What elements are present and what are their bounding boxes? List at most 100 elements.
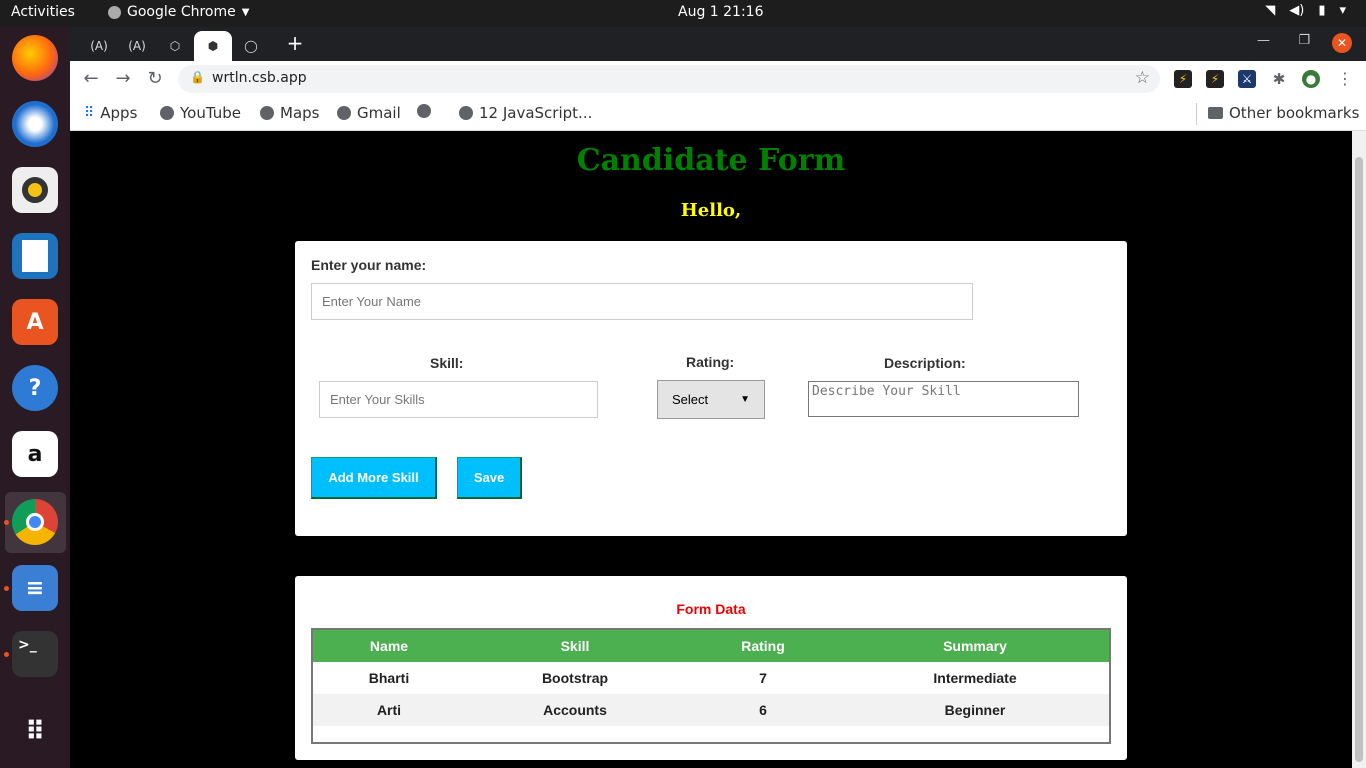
table-cell: 7: [759, 670, 767, 686]
bookmark-javascript[interactable]: 12 JavaScript...: [459, 104, 592, 122]
wifi-icon: ◥: [1265, 3, 1276, 18]
chevron-down-icon: ▾: [1339, 3, 1346, 18]
bookmark-apps[interactable]: ⠿ Apps: [84, 104, 137, 122]
skill-label: Skill:: [430, 355, 464, 371]
software-center-icon[interactable]: A: [12, 299, 58, 345]
bookmark-label: Apps: [100, 104, 138, 122]
form-data-title: Form Data: [676, 601, 746, 617]
table-cell: Bharti: [368, 670, 410, 686]
bookmark-label: YouTube: [180, 104, 241, 122]
bookmark-label: Other bookmarks: [1229, 104, 1360, 122]
divider: [1196, 103, 1197, 125]
table-cell: Arti: [376, 702, 402, 718]
table-cell: Beginner: [944, 702, 1006, 718]
reload-icon[interactable]: ↻: [144, 68, 166, 90]
greeting: Hello,: [680, 200, 742, 221]
bookmark-youtube[interactable]: YouTube: [160, 104, 241, 122]
puzzle-icon[interactable]: ✱: [1270, 70, 1288, 88]
tab-1[interactable]: (A): [80, 31, 118, 61]
table-cell: Bootstrap: [541, 670, 609, 686]
table-cell: 6: [759, 702, 767, 718]
files-icon[interactable]: ≡: [12, 565, 58, 611]
chrome-dock-icon[interactable]: [12, 499, 58, 545]
new-tab-button[interactable]: +: [280, 31, 310, 57]
codesandbox-icon: (A): [128, 39, 146, 53]
firefox-icon[interactable]: [12, 35, 58, 81]
bookmarks-bar: ⠿ Apps YouTube Maps Gmail 12 JavaScript.…: [70, 97, 1366, 131]
page-scrollbar[interactable]: [1352, 131, 1366, 768]
save-button[interactable]: Save: [457, 457, 522, 499]
back-icon[interactable]: ←: [80, 68, 102, 90]
rating-select-value: Select: [672, 392, 709, 407]
scrollbar-thumb[interactable]: [1355, 157, 1363, 762]
show-apps-icon[interactable]: ⠿: [12, 709, 58, 755]
bookmark-gmail[interactable]: Gmail: [337, 104, 401, 122]
column-header: Summary: [943, 638, 1007, 654]
browser-toolbar: ← → ↻ 🔒 wrtln.csb.app ☆ ⚡ ⚡ ⚔ ✱ ● ⋮: [70, 61, 1366, 97]
app-menu[interactable]: Google Chrome ▼: [108, 4, 249, 20]
form-data-table: Name Skill Rating Summary Bharti Bootstr…: [311, 628, 1111, 744]
rating-select[interactable]: Select ▼: [657, 380, 765, 419]
page-content: Candidate Form Hello, Enter your name: E…: [70, 131, 1352, 768]
chevron-down-icon: ▼: [740, 394, 750, 405]
activities-button[interactable]: Activities: [11, 4, 75, 20]
loading-icon: ◯: [244, 39, 258, 53]
clock[interactable]: Aug 1 21:16: [678, 4, 764, 20]
extension-bolt-icon[interactable]: ⚡: [1206, 70, 1224, 88]
tab-active[interactable]: ⬢: [194, 31, 232, 61]
table-cell: Intermediate: [933, 670, 1017, 686]
battery-icon: ▮: [1318, 3, 1326, 18]
minimize-button[interactable]: —: [1257, 33, 1270, 48]
lock-icon: 🔒: [190, 70, 205, 84]
amazon-icon[interactable]: a: [12, 431, 58, 477]
table-header-row: Name Skill Rating Summary: [313, 630, 1109, 662]
thunderbird-icon[interactable]: [12, 101, 58, 147]
tab-3[interactable]: ⬡: [156, 31, 194, 61]
name-input[interactable]: Enter Your Name: [311, 283, 973, 320]
bookmark-label: Gmail: [357, 104, 401, 122]
globe-icon: [260, 106, 274, 120]
rhythmbox-icon[interactable]: [12, 167, 58, 213]
description-textarea[interactable]: Describe Your Skill: [808, 381, 1079, 417]
maximize-button[interactable]: ❐: [1298, 33, 1310, 48]
volume-icon: ◀): [1289, 3, 1305, 18]
system-top-bar: Activities Google Chrome ▼ Aug 1 21:16 ◥…: [0, 0, 1366, 27]
table-cell: Accounts: [543, 702, 607, 718]
address-bar[interactable]: 🔒 wrtln.csb.app ☆: [178, 65, 1160, 93]
description-label: Description:: [884, 355, 966, 371]
cube-icon: ⬢: [207, 39, 219, 53]
terminal-icon[interactable]: >_: [12, 631, 58, 677]
bookmark-other[interactable]: Other bookmarks: [1208, 104, 1359, 122]
form-data-card: Form Data Name Skill Rating Summary Bhar…: [295, 576, 1127, 760]
codesandbox-icon: (A): [90, 39, 108, 53]
running-indicator: [4, 586, 9, 591]
extension-bolt-icon[interactable]: ⚡: [1174, 70, 1192, 88]
help-icon[interactable]: ?: [12, 365, 58, 411]
bookmark-label: Maps: [280, 104, 320, 122]
page-title: Candidate Form: [576, 143, 846, 178]
bookmark-label: 12 JavaScript...: [479, 104, 593, 122]
globe-icon: [417, 104, 431, 118]
menu-icon[interactable]: ⋮: [1336, 70, 1354, 88]
bookmark-unnamed[interactable]: [417, 104, 437, 118]
system-tray[interactable]: ◥ ◀) ▮ ▾: [1265, 3, 1346, 18]
dock: A ? a ≡ >_ ⠿: [0, 27, 70, 768]
skill-input[interactable]: Enter Your Skills: [319, 381, 598, 418]
add-more-skill-button[interactable]: Add More Skill: [311, 457, 437, 499]
chevron-down-icon: ▼: [241, 6, 250, 18]
bookmark-maps[interactable]: Maps: [260, 104, 319, 122]
close-button[interactable]: ✕: [1332, 33, 1352, 53]
tab-2[interactable]: (A): [118, 31, 156, 61]
tab-strip: (A) (A) ⬡ ⬢ ◯ + — ❐ ✕: [70, 27, 1366, 61]
rating-label: Rating:: [686, 354, 735, 370]
tab-5[interactable]: ◯: [232, 31, 270, 61]
url-text: wrtln.csb.app: [212, 70, 307, 86]
avatar[interactable]: ●: [1302, 70, 1320, 88]
column-header: Name: [369, 638, 409, 654]
writer-icon[interactable]: [12, 233, 58, 279]
extension-icon[interactable]: ⚔: [1238, 70, 1256, 88]
forward-icon[interactable]: →: [112, 68, 134, 90]
cube-icon: ⬡: [169, 39, 181, 53]
bookmark-star-icon[interactable]: ☆: [1135, 68, 1150, 88]
column-header: Rating: [741, 638, 785, 654]
